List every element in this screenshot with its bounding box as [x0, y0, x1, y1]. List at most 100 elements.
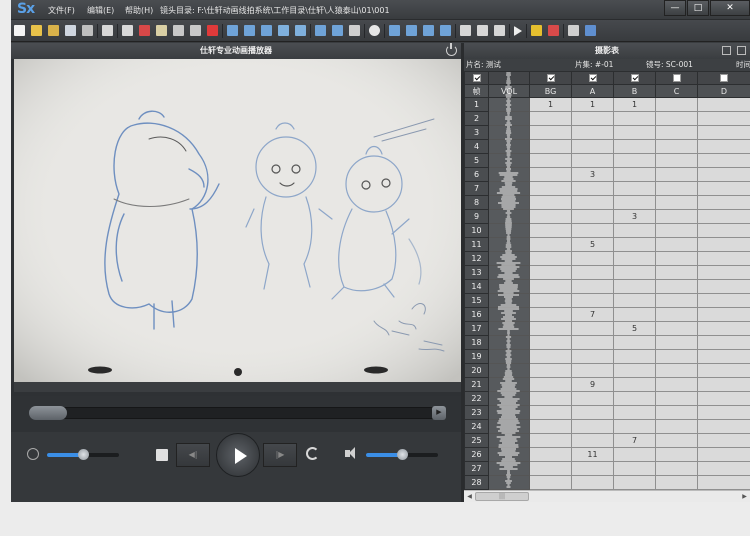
- cel-cell[interactable]: [613, 307, 656, 322]
- cel-cell[interactable]: [655, 237, 698, 252]
- cel-cell[interactable]: [613, 237, 656, 252]
- tile-icon[interactable]: [494, 25, 505, 36]
- cel-cell[interactable]: [697, 293, 750, 308]
- cel-cell[interactable]: [655, 111, 698, 126]
- next-frame-button[interactable]: |▶: [263, 443, 297, 467]
- tool-c-icon[interactable]: [423, 25, 434, 36]
- column-header[interactable]: VOL: [488, 84, 530, 98]
- cel-cell[interactable]: [529, 307, 572, 322]
- cel-cell[interactable]: [697, 377, 750, 392]
- cel-cell[interactable]: [655, 139, 698, 154]
- column-header[interactable]: B: [613, 84, 656, 98]
- column-checkbox[interactable]: [630, 74, 639, 82]
- open-recent-icon[interactable]: [48, 25, 59, 36]
- menu-help[interactable]: 帮助(H): [125, 5, 153, 16]
- cel-cell[interactable]: [529, 209, 572, 224]
- cel-cell[interactable]: [697, 195, 750, 210]
- column-checkbox[interactable]: [720, 74, 728, 82]
- cel-cell[interactable]: [697, 321, 750, 336]
- cel-cell[interactable]: [529, 293, 572, 308]
- play-button[interactable]: [216, 433, 260, 477]
- cel-cell[interactable]: [529, 181, 572, 196]
- cel-cell[interactable]: [529, 125, 572, 140]
- cel-cell[interactable]: [613, 251, 656, 266]
- volume-slider-knob[interactable]: [397, 449, 408, 460]
- cel-cell[interactable]: [697, 209, 750, 224]
- menu-edit[interactable]: 编辑(E): [87, 5, 114, 16]
- print-icon[interactable]: [82, 25, 93, 36]
- cel-cell[interactable]: [655, 377, 698, 392]
- cel-cell[interactable]: 3: [571, 167, 614, 182]
- cel-cell[interactable]: [571, 419, 614, 434]
- cel-cell[interactable]: [655, 251, 698, 266]
- cel-cell[interactable]: [655, 419, 698, 434]
- cel-cell[interactable]: [655, 209, 698, 224]
- cel-cell[interactable]: [655, 335, 698, 350]
- window-icon[interactable]: [460, 25, 471, 36]
- tool-a-icon[interactable]: [389, 25, 400, 36]
- cel-cell[interactable]: [529, 321, 572, 336]
- cel-cell[interactable]: [655, 125, 698, 140]
- cel-cell[interactable]: [697, 181, 750, 196]
- cel-cell[interactable]: [529, 153, 572, 168]
- cel-cell[interactable]: [697, 447, 750, 462]
- delete-icon[interactable]: [207, 25, 218, 36]
- cel-cell[interactable]: [529, 433, 572, 448]
- cel-cell[interactable]: [697, 265, 750, 280]
- cel-cell[interactable]: [571, 335, 614, 350]
- cel-cell[interactable]: [697, 279, 750, 294]
- cel-cell[interactable]: [697, 223, 750, 238]
- cel-cell[interactable]: [571, 349, 614, 364]
- seek-end-button[interactable]: ▶: [432, 406, 446, 420]
- cel-cell[interactable]: 1: [613, 97, 656, 112]
- cel-cell[interactable]: [571, 139, 614, 154]
- cel-cell[interactable]: [655, 293, 698, 308]
- maximize-button[interactable]: □: [687, 0, 709, 16]
- cel-cell[interactable]: [697, 153, 750, 168]
- cel-cell[interactable]: [529, 195, 572, 210]
- export-icon[interactable]: [585, 25, 596, 36]
- cel-cell[interactable]: 11: [571, 447, 614, 462]
- cel-cell[interactable]: [697, 475, 750, 490]
- cel-cell[interactable]: [571, 475, 614, 490]
- open-folder-icon[interactable]: [31, 25, 42, 36]
- menu-file[interactable]: 文件(F): [48, 5, 75, 16]
- volume-slider[interactable]: [366, 449, 438, 460]
- cel-cell[interactable]: [613, 419, 656, 434]
- cel-cell[interactable]: [571, 251, 614, 266]
- video-viewport[interactable]: [14, 59, 461, 392]
- scroll-right-icon[interactable]: ▶: [740, 492, 749, 501]
- cel-cell[interactable]: [697, 139, 750, 154]
- redo-icon[interactable]: [190, 25, 201, 36]
- cel-cell[interactable]: [529, 447, 572, 462]
- cel-cell[interactable]: [697, 237, 750, 252]
- cel-cell[interactable]: [655, 475, 698, 490]
- cel-cell[interactable]: [655, 279, 698, 294]
- cel-cell[interactable]: [571, 363, 614, 378]
- sort-icon[interactable]: [278, 25, 289, 36]
- cel-cell[interactable]: 5: [613, 321, 656, 336]
- cel-cell[interactable]: [655, 349, 698, 364]
- column-checkbox[interactable]: [672, 74, 681, 82]
- cel-cell[interactable]: [571, 153, 614, 168]
- sheet-close-icon[interactable]: [737, 46, 746, 55]
- cel-cell[interactable]: [529, 475, 572, 490]
- cel-cell[interactable]: [571, 125, 614, 140]
- cut-icon[interactable]: [139, 25, 150, 36]
- cel-cell[interactable]: [613, 461, 656, 476]
- column-checkbox[interactable]: [588, 74, 597, 82]
- cel-cell[interactable]: [655, 167, 698, 182]
- cel-cell[interactable]: [697, 97, 750, 112]
- cel-cell[interactable]: [655, 321, 698, 336]
- cel-cell[interactable]: [571, 405, 614, 420]
- minimize-button[interactable]: —: [664, 0, 686, 16]
- users-icon[interactable]: [568, 25, 579, 36]
- cel-cell[interactable]: [529, 265, 572, 280]
- cel-cell[interactable]: [613, 153, 656, 168]
- cel-cell[interactable]: [529, 139, 572, 154]
- cel-cell[interactable]: [613, 335, 656, 350]
- cel-cell[interactable]: [529, 419, 572, 434]
- cel-cell[interactable]: 1: [529, 97, 572, 112]
- cel-cell[interactable]: [655, 97, 698, 112]
- cel-cell[interactable]: [613, 447, 656, 462]
